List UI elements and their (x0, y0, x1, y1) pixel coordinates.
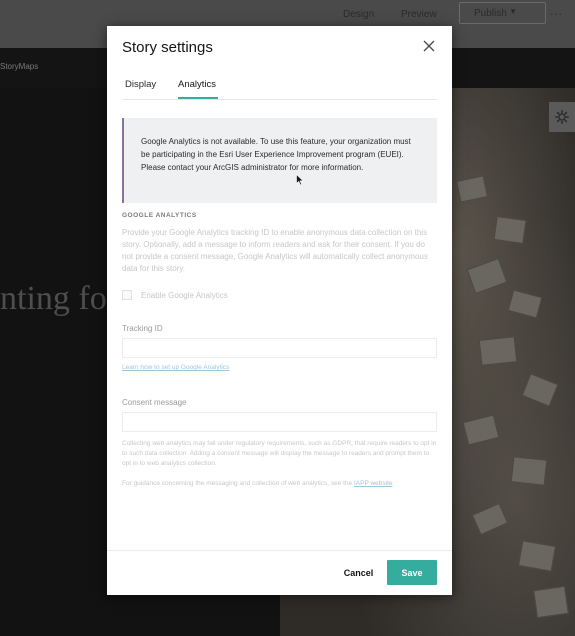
footer-divider (107, 550, 452, 551)
more-options-button[interactable]: ... (550, 4, 563, 18)
sticky-note (462, 414, 500, 446)
section-heading: GOOGLE ANALYTICS (122, 212, 197, 219)
publish-label: Publish (474, 8, 507, 19)
settings-tabs: Display Analytics (107, 76, 452, 99)
learn-setup-link[interactable]: Learn how to set up Google Analytics (122, 364, 229, 371)
close-icon (423, 40, 435, 52)
analytics-unavailable-notice: Google Analytics is not available. To us… (122, 118, 437, 203)
save-button[interactable]: Save (387, 560, 437, 585)
section-description: Provide your Google Analytics tracking I… (122, 228, 428, 273)
notice-text: Google Analytics is not available. To us… (141, 137, 411, 172)
sticky-note (533, 585, 569, 619)
enable-analytics-checkbox[interactable] (122, 290, 132, 300)
dialog-title: Story settings (122, 39, 213, 56)
guidance-suffix: . (392, 480, 395, 487)
design-link[interactable]: Design (343, 9, 374, 20)
sticky-note (521, 373, 559, 407)
guidance-text: For guidance concerning the messaging an… (122, 480, 354, 487)
cancel-button[interactable]: Cancel (331, 561, 386, 585)
story-cover-title: nting fo (0, 280, 107, 317)
close-button[interactable] (422, 39, 436, 53)
enable-analytics-label: Enable Google Analytics (141, 291, 228, 300)
settings-button[interactable] (549, 102, 575, 132)
guidance-note: For guidance concerning the messaging an… (122, 479, 437, 489)
sticky-note (507, 289, 543, 319)
consent-message-label: Consent message (122, 398, 187, 407)
sticky-note (466, 257, 508, 295)
tracking-id-label: Tracking ID (122, 324, 163, 333)
regulatory-note: Collecting web analytics may fall under … (122, 440, 437, 467)
gear-icon (555, 110, 569, 124)
preview-link[interactable]: Preview (401, 9, 437, 20)
publish-button[interactable]: Publish ▼ (459, 2, 546, 24)
tab-display[interactable]: Display (125, 79, 156, 90)
chevron-down-icon: ▼ (509, 7, 517, 16)
brand-text: StoryMaps (0, 62, 39, 71)
tab-divider (122, 99, 437, 100)
cursor-icon (296, 174, 304, 186)
sticky-note (478, 336, 518, 366)
sticky-note (510, 456, 548, 486)
consent-message-input[interactable] (122, 412, 437, 432)
tab-analytics[interactable]: Analytics (178, 79, 216, 90)
sticky-note (471, 502, 509, 536)
story-settings-dialog: Story settings Display Analytics Google … (107, 26, 452, 595)
iapp-website-link[interactable]: IAPP website (354, 480, 393, 487)
sticky-note (518, 540, 556, 572)
sticky-note (456, 175, 488, 203)
tracking-id-input[interactable] (122, 338, 437, 358)
sticky-note (493, 216, 527, 244)
